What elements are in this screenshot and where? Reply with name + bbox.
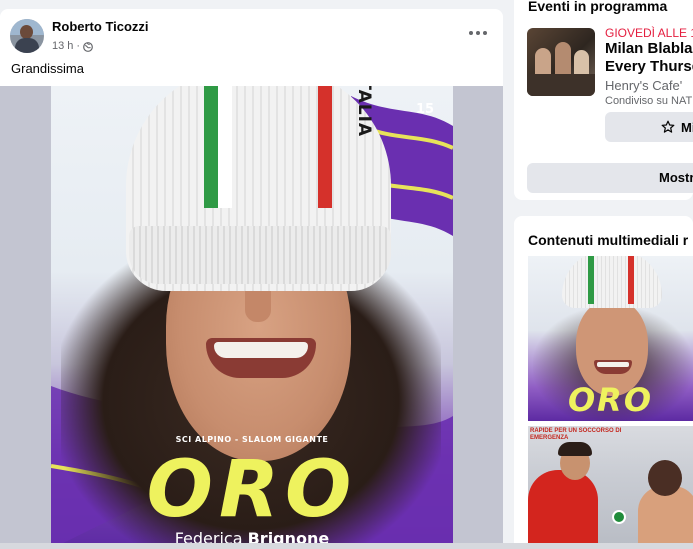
- thumb-headline: ORO: [567, 381, 654, 419]
- media-thumbnail-rescue[interactable]: RAPIDE PER UN SOCCORSO DI EMERGENZA: [528, 426, 693, 549]
- event-date: GIOVEDÌ ALLE 19: [605, 26, 693, 40]
- events-title: Eventi in programma: [528, 0, 668, 14]
- interested-button[interactable]: Mi: [605, 112, 693, 142]
- thumb-sign-text: RAPIDE PER UN SOCCORSO DI EMERGENZA: [530, 428, 622, 441]
- event-place: Henry's Cafe': [605, 78, 683, 93]
- event-thumbnail[interactable]: [527, 28, 595, 96]
- event-name-line1: Milan Blabla: [605, 40, 693, 57]
- bottom-scroll-edge: [0, 543, 693, 549]
- author-block: Roberto Ticozzi 13 h ·: [52, 19, 149, 54]
- post-media[interactable]: ITALIA 15 SCI ALPINO - SLALOM GIGANTE OR…: [0, 86, 503, 549]
- hat-white-stripe: [218, 86, 232, 208]
- hat-red-stripe: [318, 86, 332, 208]
- avatar-torso: [15, 38, 39, 53]
- poster-badge: 15: [416, 102, 435, 117]
- beanie-band: [129, 226, 391, 284]
- post-time[interactable]: 13 h: [52, 39, 73, 54]
- thumb-smile: [594, 360, 632, 374]
- athlete-teeth: [214, 342, 308, 358]
- thumb-person-head: [648, 460, 682, 496]
- more-dots-icon[interactable]: [469, 27, 489, 39]
- post-card: Roberto Ticozzi 13 h · Grandissima ITALI…: [0, 9, 503, 549]
- avatar-head: [20, 25, 33, 39]
- athlete-smile: [206, 338, 316, 378]
- event-name[interactable]: Milan Blabla Every Thursd: [605, 40, 693, 76]
- thumb-rescuer-hair: [558, 442, 592, 456]
- thumb-rescuer: [528, 470, 598, 549]
- interested-label: Mi: [681, 119, 693, 135]
- events-card: Eventi in programma GIOVEDÌ ALLE 19 Mila…: [514, 0, 693, 200]
- post-meta: 13 h ·: [52, 39, 149, 54]
- event-shared: Condiviso su NAT: [605, 95, 693, 107]
- thumb-logo: [612, 510, 626, 524]
- post-header: Roberto Ticozzi 13 h ·: [10, 19, 149, 54]
- thumb-beanie: [562, 256, 662, 308]
- show-more-button[interactable]: Mostr: [527, 163, 693, 193]
- meta-separator: ·: [76, 40, 81, 52]
- author-name[interactable]: Roberto Ticozzi: [52, 19, 149, 35]
- hat-green-stripe: [204, 86, 218, 208]
- avatar[interactable]: [10, 19, 44, 53]
- media-title: Contenuti multimediali r: [528, 232, 689, 248]
- media-thumbnail-oro[interactable]: ORO: [528, 256, 693, 421]
- poster-headline: ORO: [146, 445, 358, 535]
- media-card: Contenuti multimediali r ORO RAPIDE PER …: [514, 216, 693, 549]
- globe-icon[interactable]: [83, 41, 93, 52]
- star-icon: [661, 120, 675, 133]
- hat-italia-text: ITALIA: [354, 86, 374, 138]
- post-image[interactable]: ITALIA 15 SCI ALPINO - SLALOM GIGANTE OR…: [51, 86, 453, 549]
- post-text: Grandissima: [11, 61, 84, 76]
- event-name-line2: Every Thursd: [605, 58, 693, 75]
